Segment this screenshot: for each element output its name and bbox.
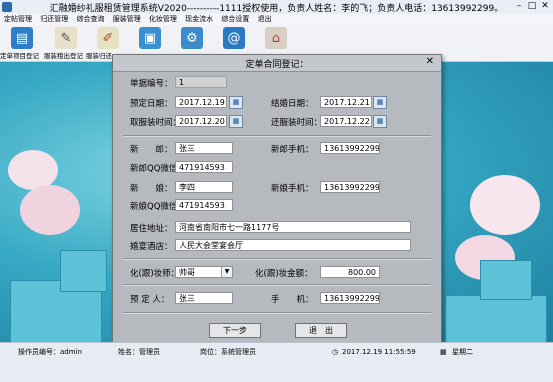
address-field[interactable]: 河南省南阳市七一路1177号 — [175, 221, 411, 233]
mobile-label: 手 机： — [271, 295, 314, 305]
status-bar: 操作员编号：admin 姓名：管理员 岗位：系统管理员 ◷ 2017.12.19… — [0, 342, 553, 382]
bride-phone-field[interactable]: 13613992299 — [320, 181, 380, 193]
gift-box-decoration — [480, 260, 532, 300]
gear-icon: ⚙ — [181, 27, 203, 49]
dialog-title: 定单合同登记： — [245, 60, 309, 70]
makeup-fee-label: 化(跟)妆金额： — [255, 269, 313, 279]
operator-name: 姓名：管理员 — [118, 348, 160, 356]
calendar-icon[interactable]: ▦ — [229, 115, 243, 128]
address-label: 居住地址： — [130, 224, 173, 234]
menu-item[interactable]: 综合设置 — [221, 14, 249, 25]
booker-field[interactable]: 张三 — [175, 292, 233, 304]
document-icon: ▤ — [11, 27, 33, 49]
menu-item[interactable]: 定帖管理 — [4, 14, 32, 25]
divider — [123, 135, 431, 137]
clock-icon: ◷ — [332, 348, 339, 356]
bill-no-label: 单据编号： — [130, 79, 173, 89]
return-time-field[interactable]: 2017.12.22 — [320, 115, 372, 127]
menu-item[interactable]: 综合查询 — [76, 14, 104, 25]
groom-label: 新 郎： — [130, 145, 173, 155]
order-contract-dialog: 定单合同登记： ✕ 单据编号： 1 预定日期： 2017.12.19 ▦ 结婚日… — [112, 54, 442, 344]
status-datetime: 2017.12.19 11:55:59 — [342, 348, 416, 356]
operator-id: 操作员编号：admin — [18, 348, 82, 356]
makeup-artist-label: 化(跟)妆师： — [130, 269, 180, 279]
flower-decoration — [8, 150, 58, 190]
maximize-icon[interactable]: □ — [526, 1, 538, 12]
dialog-titlebar: 定单合同登记： ✕ — [113, 55, 441, 72]
close-icon[interactable]: ✕ — [426, 56, 434, 67]
bill-no-field[interactable]: 1 — [175, 76, 227, 88]
address-book-icon: @ — [223, 27, 245, 49]
bride-label: 新 娘： — [130, 184, 173, 194]
return-time-label: 还服装时间： — [271, 118, 323, 128]
gift-box-decoration — [445, 295, 547, 342]
menu-item[interactable]: 服装管理 — [113, 14, 141, 25]
makeup-artist-select[interactable]: 帅哥 ▼ — [175, 266, 233, 278]
booker-label: 预 定 人： — [130, 295, 170, 305]
gift-box-decoration — [60, 250, 107, 292]
pickup-time-field[interactable]: 2017.12.20 — [175, 115, 227, 127]
rental-register-button[interactable]: ✎ 服装租出登记 — [44, 26, 88, 60]
menu-item[interactable]: 化妆管理 — [149, 14, 177, 25]
wedding-date-label: 结婚日期： — [271, 99, 314, 109]
booking-date-label: 预定日期： — [130, 99, 173, 109]
divider — [123, 284, 431, 286]
window-titlebar: 汇融婚纱礼服租赁管理系统V2020----------1111授权使用，负责人姓… — [0, 0, 553, 15]
home-icon: ⌂ — [265, 27, 287, 49]
groom-qq-field[interactable]: 471914593 — [175, 161, 233, 173]
wedding-date-field[interactable]: 2017.12.21 — [320, 96, 372, 108]
chevron-down-icon[interactable]: ▼ — [221, 267, 232, 277]
booking-date-field[interactable]: 2017.12.19 — [175, 96, 227, 108]
exit-button[interactable]: 退 出 — [295, 323, 347, 338]
hotel-label: 婚宴酒店： — [130, 242, 173, 252]
order-register-button[interactable]: ▤ 定单项目登记 — [0, 26, 44, 60]
makeup-fee-field[interactable]: 800.00 — [320, 266, 380, 278]
groom-phone-label: 新郎手机： — [271, 145, 314, 155]
hotel-field[interactable]: 人民大会堂宴会厅 — [175, 239, 411, 251]
operator-position: 岗位：系统管理员 — [200, 348, 256, 356]
calendar-icon[interactable]: ▦ — [373, 96, 387, 109]
flower-decoration — [20, 185, 80, 235]
notepad-icon: ✎ — [55, 27, 77, 49]
flower-decoration — [470, 175, 540, 235]
groom-phone-field[interactable]: 13613992299 — [320, 142, 380, 154]
menu-item[interactable]: 归还管理 — [40, 14, 68, 25]
bride-field[interactable]: 李四 — [175, 181, 233, 193]
makeup-artist-value: 帅哥 — [179, 268, 195, 277]
menu-item[interactable]: 退出 — [258, 14, 272, 25]
menu-bar: 定帖管理 归还管理 综合查询 服装管理 化妆管理 现金流水 综合设置 退出 — [0, 14, 553, 25]
minimize-icon[interactable]: – — [513, 1, 525, 12]
menu-item[interactable]: 现金流水 — [185, 14, 213, 25]
close-icon[interactable]: ✕ — [539, 1, 551, 12]
bride-phone-label: 新娘手机： — [271, 184, 314, 194]
pickup-time-label: 取服装时间： — [130, 118, 182, 128]
status-weekday: 星期二 — [452, 348, 473, 356]
divider — [123, 312, 431, 314]
calendar-icon[interactable]: ▦ — [229, 96, 243, 109]
calendar-icon[interactable]: ▦ — [373, 115, 387, 128]
box-icon: ▣ — [139, 27, 161, 49]
pencil-icon: ✐ — [97, 27, 119, 49]
status-row: 操作员编号：admin 姓名：管理员 岗位：系统管理员 ◷ 2017.12.19… — [0, 346, 553, 358]
next-button[interactable]: 下一步 — [209, 323, 261, 338]
window-title: 汇融婚纱礼服租赁管理系统V2020----------1111授权使用，负责人姓… — [49, 4, 504, 14]
mobile-field[interactable]: 13613992299 — [320, 292, 380, 304]
groom-field[interactable]: 张三 — [175, 142, 233, 154]
divider — [123, 258, 431, 260]
calendar-icon: ▦ — [440, 348, 447, 356]
bride-qq-field[interactable]: 471914593 — [175, 199, 233, 211]
